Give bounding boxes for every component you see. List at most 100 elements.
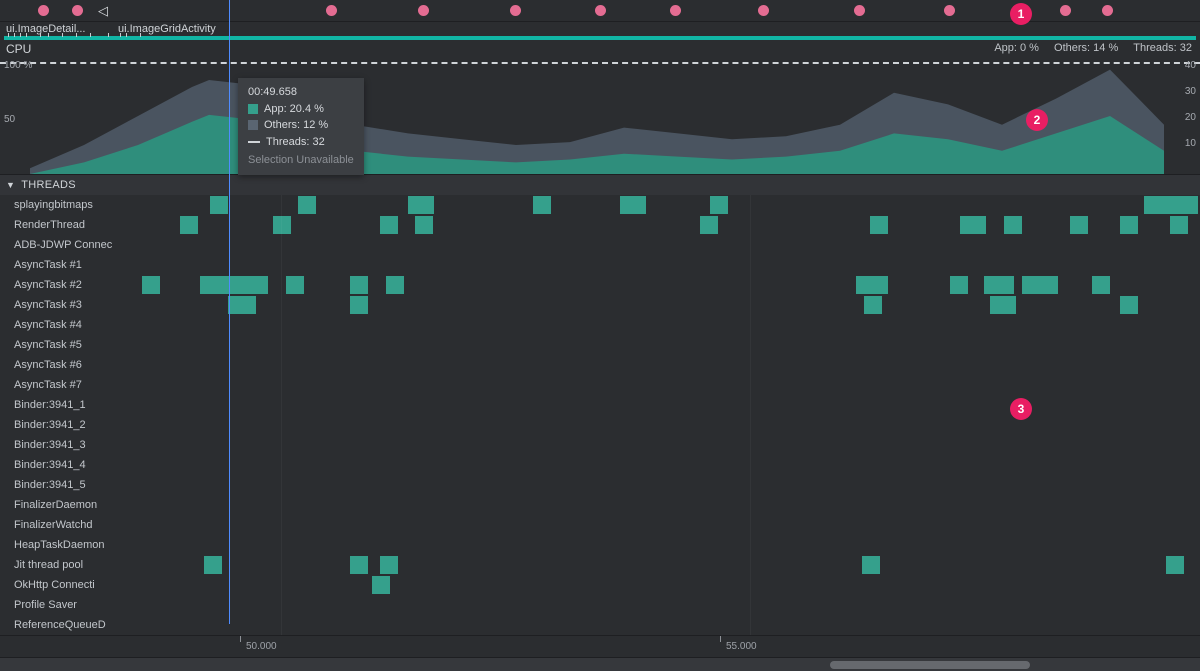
activity-segment [864,296,882,314]
cpu-stat-others: Others: 14 % [1054,42,1118,54]
activity-segment [372,576,390,594]
thread-row[interactable]: Profile Saver [0,595,1200,615]
activity-segment [1092,276,1110,294]
thread-row[interactable]: Jit thread pool [0,555,1200,575]
thread-row[interactable]: Binder:3941_3 [0,435,1200,455]
activity-segment [1004,216,1022,234]
activity-segment [350,296,368,314]
thread-label: ReferenceQueueD [0,615,137,635]
cpu-stat-threads: Threads: 32 [1133,42,1192,54]
thread-row[interactable]: AsyncTask #2 [0,275,1200,295]
event-dot-icon [72,5,83,16]
activity-segment [984,276,1014,294]
grid-line [281,195,282,635]
time-ruler[interactable]: 50.00055.000 [0,635,1200,657]
thread-row[interactable]: AsyncTask #5 [0,335,1200,355]
time-label: 50.000 [246,641,277,652]
event-dot-icon [418,5,429,16]
thread-row[interactable]: FinalizerDaemon [0,495,1200,515]
activity-segment [380,216,398,234]
thread-row[interactable]: AsyncTask #6 [0,355,1200,375]
callout-badge: 2 [1026,109,1048,131]
thread-row[interactable]: FinalizerWatchd [0,515,1200,535]
activity-segment [298,196,316,214]
thread-track[interactable] [137,535,1200,555]
thread-label: HeapTaskDaemon [0,535,137,555]
thread-row[interactable]: AsyncTask #4 [0,315,1200,335]
thread-track[interactable] [137,435,1200,455]
threads-header-label: THREADS [21,179,76,191]
thread-track[interactable] [137,595,1200,615]
activity-segment [1070,216,1088,234]
activity-segment [204,556,222,574]
horizontal-scrollbar[interactable] [0,657,1200,671]
thread-label: Binder:3941_4 [0,455,137,475]
thread-track[interactable] [137,215,1200,235]
playhead[interactable] [229,0,230,624]
activity-segment [180,216,198,234]
activity-segment [210,196,228,214]
activity-segment [350,276,368,294]
thread-track[interactable] [137,555,1200,575]
cpu-chart[interactable]: CPU App: 0 % Others: 14 % Threads: 32 10… [0,40,1200,175]
thread-track[interactable] [137,295,1200,315]
activity-segment [1144,196,1198,214]
y-axis-label-right: 10 [1185,138,1196,149]
thread-track[interactable] [137,615,1200,635]
activity-segment [700,216,718,234]
collapse-icon[interactable]: ▼ [6,180,15,190]
thread-track[interactable] [137,415,1200,435]
back-icon: ◁ [98,3,108,19]
tooltip-time: 00:49.658 [248,84,354,101]
activity-segment [408,196,434,214]
thread-row[interactable]: ReferenceQueueD [0,615,1200,635]
scrollbar-thumb[interactable] [830,661,1030,669]
event-dot-icon [510,5,521,16]
thread-label: AsyncTask #3 [0,295,137,315]
activity-segment [273,216,291,234]
thread-label: AsyncTask #6 [0,355,137,375]
thread-row[interactable]: AsyncTask #1 [0,255,1200,275]
thread-row[interactable]: OkHttp Connecti [0,575,1200,595]
thread-track[interactable] [137,375,1200,395]
thread-track[interactable] [137,275,1200,295]
thread-row[interactable]: ADB-JDWP Connec [0,235,1200,255]
activity-segment [1120,296,1138,314]
activity-label: ui.ImageGridActivity [118,23,216,35]
thread-track[interactable] [137,395,1200,415]
activity-segment [856,276,888,294]
thread-label: AsyncTask #1 [0,255,137,275]
threads-header[interactable]: ▼ THREADS [0,175,1200,195]
thread-label: FinalizerDaemon [0,495,137,515]
event-dot-icon [944,5,955,16]
thread-track[interactable] [137,315,1200,335]
thread-track[interactable] [137,575,1200,595]
thread-track[interactable] [137,355,1200,375]
thread-label: AsyncTask #2 [0,275,137,295]
thread-track[interactable] [137,235,1200,255]
thread-track[interactable] [137,495,1200,515]
event-dot-icon [854,5,865,16]
activity-segment [386,276,404,294]
thread-row[interactable]: HeapTaskDaemon [0,535,1200,555]
thread-track[interactable] [137,455,1200,475]
activity-segment [870,216,888,234]
thread-label: AsyncTask #4 [0,315,137,335]
tooltip-threads: Threads: 32 [266,134,325,151]
thread-row[interactable]: Binder:3941_5 [0,475,1200,495]
thread-row[interactable]: AsyncTask #7 [0,375,1200,395]
activity-segment [950,276,968,294]
thread-track[interactable] [137,515,1200,535]
thread-track[interactable] [137,195,1200,215]
thread-track[interactable] [137,255,1200,275]
thread-row[interactable]: AsyncTask #3 [0,295,1200,315]
thread-track[interactable] [137,335,1200,355]
thread-track[interactable] [137,475,1200,495]
time-tick [240,636,241,642]
activity-segment [862,556,880,574]
thread-row[interactable]: RenderThread [0,215,1200,235]
thread-row[interactable]: Binder:3941_4 [0,455,1200,475]
event-dot-icon [1102,5,1113,16]
activity-segment [710,196,728,214]
thread-row[interactable]: splayingbitmaps [0,195,1200,215]
